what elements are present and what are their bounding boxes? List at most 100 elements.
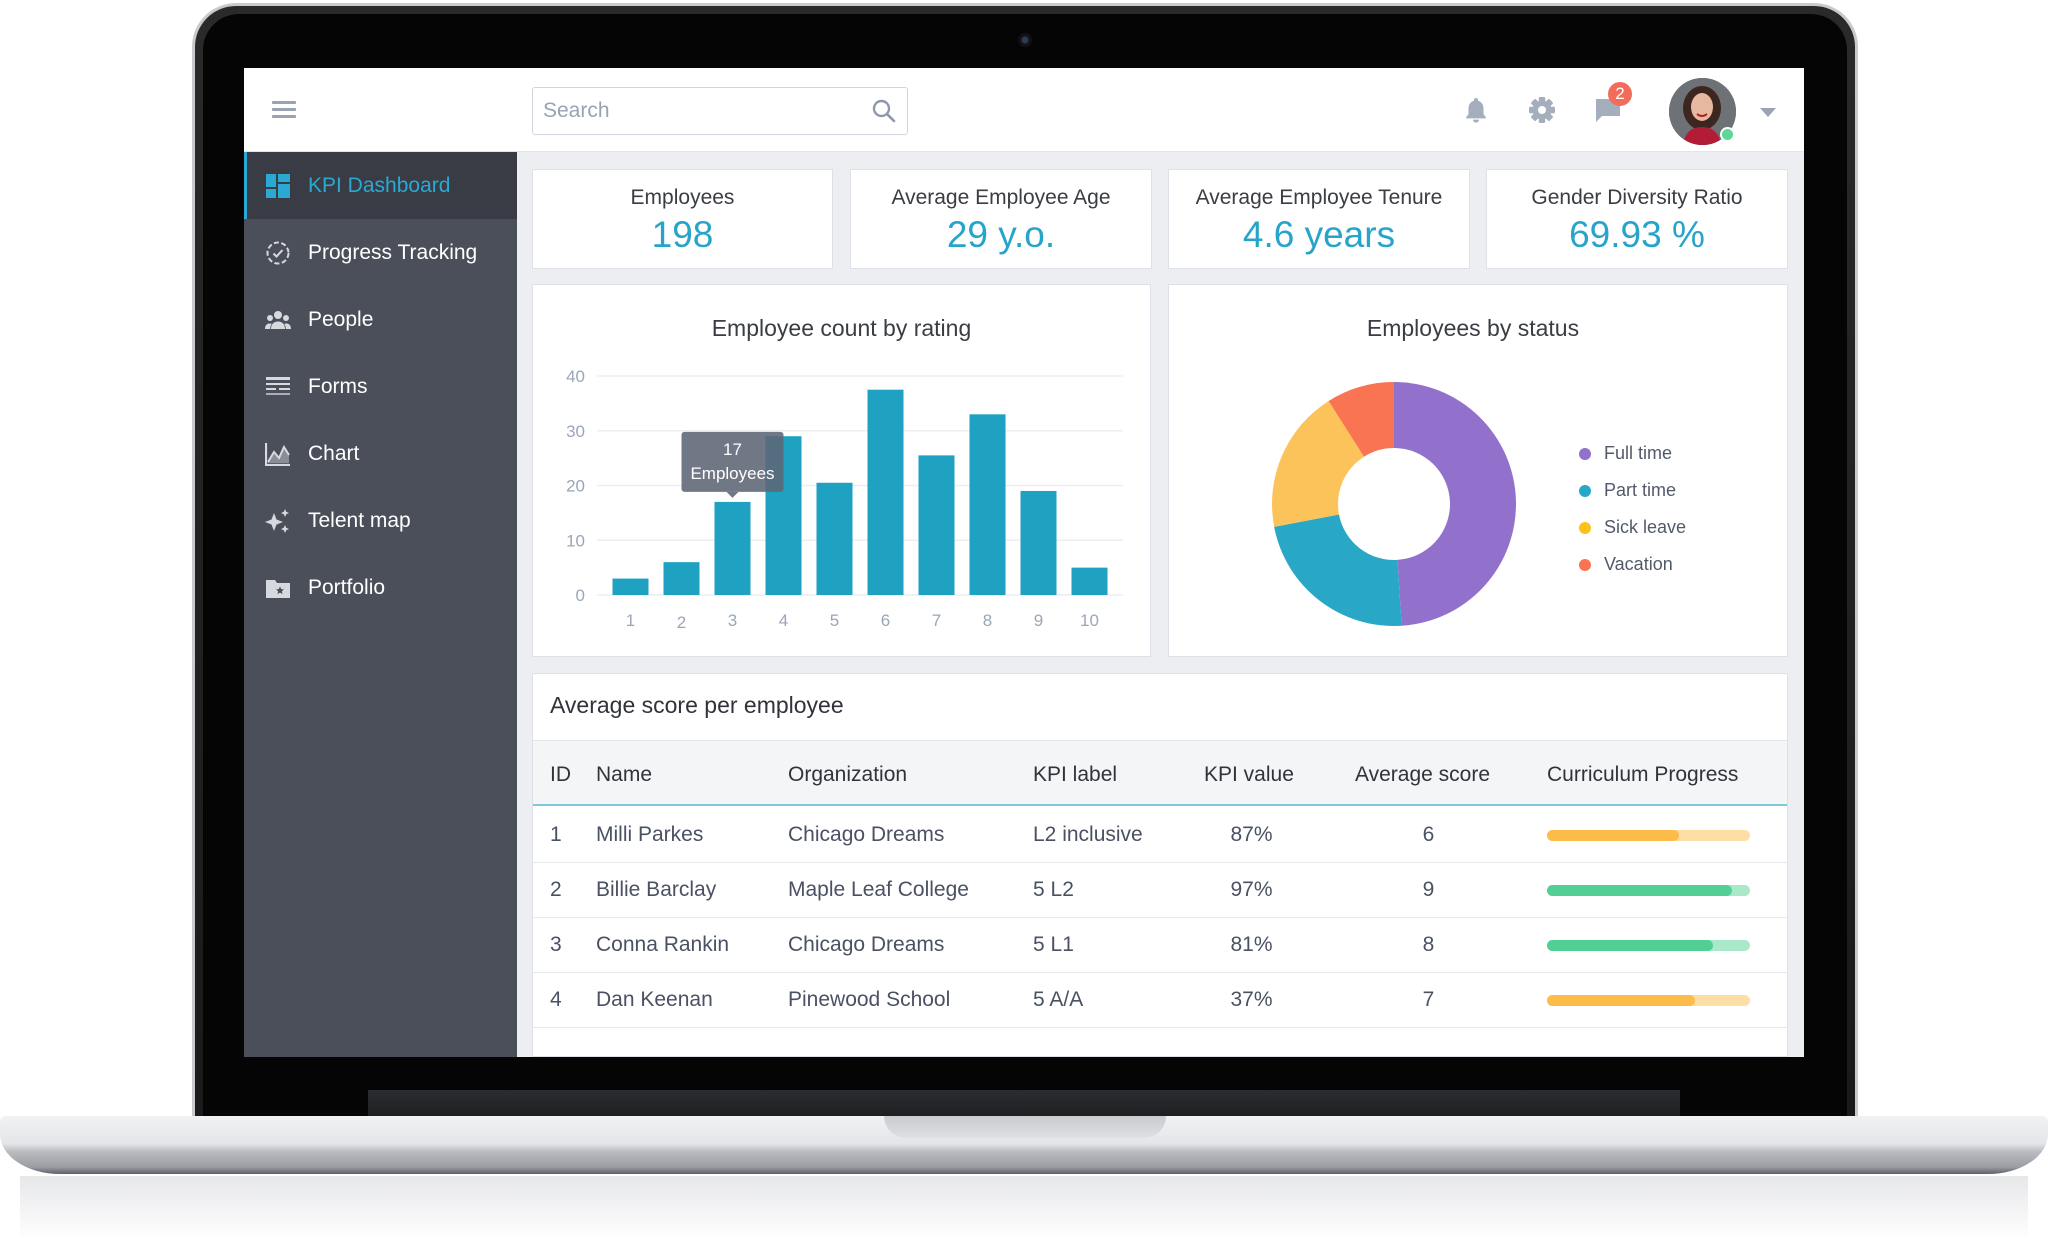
cell-id: 2 bbox=[550, 878, 562, 901]
donut-slice-full-time[interactable] bbox=[1394, 382, 1516, 626]
sidebar-item-talent-map[interactable]: Telent map bbox=[244, 487, 517, 554]
y-tick-label: 0 bbox=[576, 586, 585, 605]
tooltip-value: 17 bbox=[723, 440, 742, 459]
sidebar-item-label: People bbox=[308, 307, 374, 331]
curriculum-progress-bar bbox=[1547, 940, 1750, 951]
x-tick-label: 6 bbox=[881, 611, 890, 630]
sidebar-item-people[interactable]: People bbox=[244, 286, 517, 353]
menu-icon[interactable] bbox=[272, 101, 296, 119]
sidebar-item-label: Telent map bbox=[308, 508, 411, 532]
kpi-card-gender-diversity: Gender Diversity Ratio 69.93 % bbox=[1486, 169, 1788, 269]
x-tick-label: 1 bbox=[626, 611, 635, 630]
legend-label: Part time bbox=[1604, 480, 1677, 500]
cell-id: 1 bbox=[550, 823, 562, 846]
cell-kpi-label: 5 L1 bbox=[1033, 933, 1074, 956]
bar-rating-5[interactable] bbox=[816, 482, 853, 595]
sidebar-item-chart[interactable]: Chart bbox=[244, 420, 517, 487]
x-tick-label: 7 bbox=[932, 611, 941, 630]
cell-name: Billie Barclay bbox=[596, 878, 717, 901]
curriculum-progress-bar bbox=[1547, 830, 1750, 841]
bar-chart: 0 10 20 30 40 1 2 3 4 5 6 7 8 9 10 17 Employees bbox=[566, 367, 1123, 632]
online-status-dot bbox=[1720, 127, 1735, 142]
laptop-notch bbox=[884, 1116, 1166, 1138]
bar-rating-3[interactable] bbox=[714, 501, 751, 595]
curriculum-progress-fill bbox=[1547, 830, 1679, 841]
curriculum-progress-fill bbox=[1547, 940, 1714, 951]
column-header-id[interactable]: ID bbox=[550, 763, 571, 787]
column-header-average-score[interactable]: Average score bbox=[1355, 763, 1490, 787]
bar-rating-10[interactable] bbox=[1071, 567, 1108, 595]
sidebar-item-label: KPI Dashboard bbox=[308, 173, 451, 197]
cell-average-score: 6 bbox=[1422, 823, 1435, 846]
cell-organization: Maple Leaf College bbox=[788, 878, 969, 901]
gear-icon[interactable] bbox=[1526, 94, 1558, 126]
sidebar-item-label: Progress Tracking bbox=[308, 240, 478, 264]
legend-dot bbox=[1579, 447, 1591, 460]
table-row[interactable]: 3 Conna Rankin Chicago Dreams 5 L1 81% 8 bbox=[533, 918, 1787, 973]
x-tick-label: 8 bbox=[983, 611, 992, 630]
column-header-kpi-value[interactable]: KPI value bbox=[1204, 763, 1294, 787]
cell-kpi-value: 97% bbox=[1230, 878, 1273, 901]
donut-slice-part-time[interactable] bbox=[1274, 514, 1402, 626]
cell-kpi-value: 81% bbox=[1230, 933, 1273, 956]
column-header-name[interactable]: Name bbox=[596, 763, 652, 787]
bell-icon[interactable] bbox=[1460, 94, 1492, 126]
kpi-label: Average Employee Age bbox=[891, 186, 1111, 209]
sidebar-item-kpi-dashboard[interactable]: KPI Dashboard bbox=[244, 152, 517, 219]
legend-item-sick-leave[interactable]: Sick leave bbox=[1579, 509, 1686, 546]
legend-dot bbox=[1579, 484, 1591, 497]
legend-label: Sick leave bbox=[1604, 517, 1687, 537]
cell-id: 4 bbox=[550, 988, 562, 1011]
search-input[interactable] bbox=[533, 88, 853, 134]
column-header-organization[interactable]: Organization bbox=[788, 763, 907, 787]
bar-rating-1[interactable] bbox=[612, 578, 649, 595]
table-row[interactable]: 1 Milli Parkes Chicago Dreams L2 inclusive 8… bbox=[533, 808, 1787, 863]
legend-dot bbox=[1579, 558, 1591, 571]
cell-kpi-label: 5 A/A bbox=[1033, 988, 1084, 1011]
cell-name: Milli Parkes bbox=[596, 823, 704, 846]
table-row[interactable]: 4 Dan Keenan Pinewood School 5 A/A 37% 7 bbox=[533, 973, 1787, 1028]
progress-check-icon bbox=[264, 239, 292, 267]
bar-rating-8[interactable] bbox=[969, 414, 1006, 595]
kpi-card-employees: Employees 198 bbox=[532, 169, 833, 269]
legend-item-part-time[interactable]: Part time bbox=[1579, 472, 1686, 509]
sidebar: KPI Dashboard Progress Tracking People F… bbox=[244, 152, 517, 1057]
bar-rating-7[interactable] bbox=[918, 455, 955, 595]
y-tick-label: 20 bbox=[566, 477, 585, 496]
cell-name: Conna Rankin bbox=[596, 933, 730, 956]
x-tick-label: 5 bbox=[830, 611, 839, 630]
search-icon[interactable] bbox=[871, 98, 897, 124]
bar-rating-2[interactable] bbox=[663, 562, 700, 595]
legend-label: Vacation bbox=[1604, 554, 1673, 574]
kpi-value: 198 bbox=[651, 214, 714, 255]
column-header-curriculum-progress[interactable]: Curriculum Progress bbox=[1547, 763, 1738, 787]
bar-tooltip: 17 Employees bbox=[681, 431, 784, 498]
bar-rating-9[interactable] bbox=[1020, 490, 1057, 595]
x-tick-label: 4 bbox=[779, 611, 788, 630]
cell-organization: Chicago Dreams bbox=[788, 823, 945, 846]
caret-down-icon[interactable] bbox=[1760, 108, 1776, 117]
sidebar-item-forms[interactable]: Forms bbox=[244, 353, 517, 420]
tooltip-unit: Employees bbox=[690, 464, 774, 483]
cell-kpi-value: 37% bbox=[1230, 988, 1273, 1011]
legend-item-vacation[interactable]: Vacation bbox=[1579, 546, 1686, 583]
column-header-kpi-label[interactable]: KPI label bbox=[1033, 763, 1117, 787]
webcam bbox=[1018, 33, 1032, 47]
donut-chart bbox=[1272, 382, 1516, 626]
app-screen: 2 KPI Dashboard Progress Tracking bbox=[244, 68, 1804, 1057]
cell-name: Dan Keenan bbox=[596, 988, 713, 1011]
sidebar-item-label: Chart bbox=[308, 441, 360, 465]
x-tick-label: 3 bbox=[728, 611, 737, 630]
sidebar-item-portfolio[interactable]: Portfolio bbox=[244, 554, 517, 621]
legend-dot bbox=[1579, 521, 1591, 534]
curriculum-progress-fill bbox=[1547, 995, 1696, 1006]
bar-rating-6[interactable] bbox=[867, 389, 904, 595]
table-row[interactable]: 2 Billie Barclay Maple Leaf College 5 L2 97%… bbox=[533, 863, 1787, 918]
sidebar-item-label: Portfolio bbox=[308, 575, 386, 599]
x-tick-label: 10 bbox=[1080, 611, 1099, 630]
cell-average-score: 7 bbox=[1422, 988, 1435, 1011]
sidebar-item-progress-tracking[interactable]: Progress Tracking bbox=[244, 219, 517, 286]
legend-label: Full time bbox=[1604, 443, 1673, 463]
notification-badge: 2 bbox=[1608, 82, 1632, 106]
legend-item-full-time[interactable]: Full time bbox=[1579, 435, 1686, 472]
